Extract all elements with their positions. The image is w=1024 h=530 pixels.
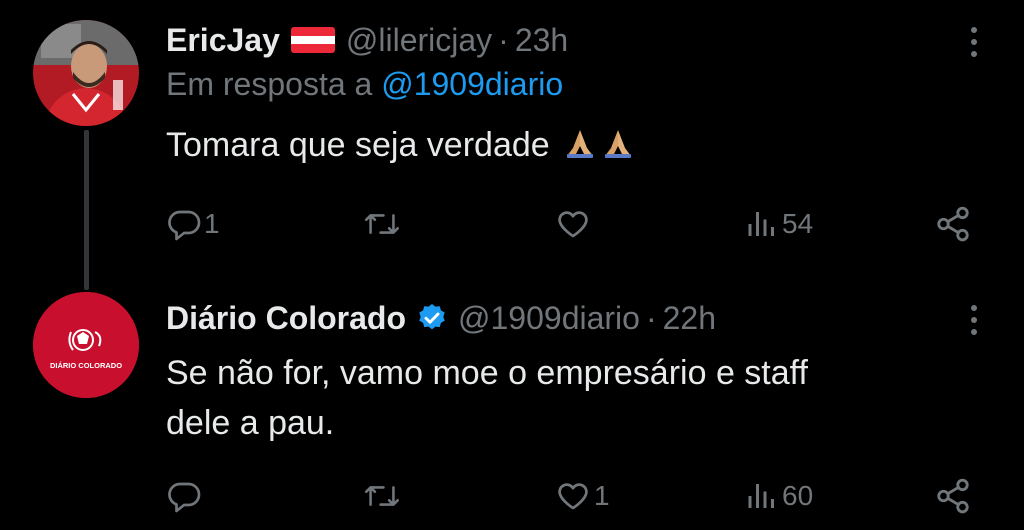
views-button[interactable]: 60	[744, 474, 813, 518]
more-options-icon[interactable]	[968, 302, 980, 338]
display-name[interactable]: Diário Colorado	[166, 300, 406, 337]
share-icon	[937, 478, 969, 514]
views-button[interactable]: 54	[744, 202, 813, 246]
reply-button[interactable]	[166, 474, 204, 518]
timestamp[interactable]: 22h	[663, 300, 716, 337]
views-chart-icon	[748, 212, 774, 236]
reply-context: Em resposta a @1909diario	[166, 62, 964, 106]
diario-colorado-logo-icon: DIÁRIO COLORADO	[33, 292, 139, 398]
tweet-text: Se não for, vamo moe o empresário e staf…	[166, 348, 964, 448]
austria-flag-icon	[290, 27, 335, 53]
share-icon	[937, 206, 969, 242]
reply-button[interactable]: 1	[166, 202, 220, 246]
tweet-text-line: dele a pau.	[166, 404, 335, 442]
heart-icon	[558, 211, 588, 238]
like-count: 1	[594, 480, 610, 511]
views-count: 60	[782, 480, 814, 511]
reply-count: 1	[204, 208, 220, 239]
like-button[interactable]	[554, 202, 594, 246]
like-button[interactable]: 1	[554, 474, 610, 518]
retweet-icon	[365, 486, 399, 506]
avatar[interactable]	[33, 20, 139, 126]
verified-badge-icon[interactable]	[416, 302, 448, 334]
user-photo-icon	[33, 20, 139, 126]
avatar[interactable]: DIÁRIO COLORADO	[33, 292, 139, 398]
logo-text: DIÁRIO COLORADO	[50, 361, 122, 370]
user-handle[interactable]: @1909diario	[458, 300, 640, 337]
share-button[interactable]	[934, 474, 972, 518]
reply-prefix: Em resposta a	[166, 66, 373, 102]
reply-to-mention[interactable]: @1909diario	[381, 66, 563, 102]
heart-icon	[558, 483, 588, 510]
retweet-icon	[365, 214, 399, 234]
retweet-button[interactable]	[362, 474, 404, 518]
reply-icon	[168, 482, 201, 513]
praying-hands-icon	[605, 130, 632, 158]
separator-dot: ·	[498, 21, 509, 58]
tweet-reply[interactable]: DIÁRIO COLORADO Diário Colorado @1909dia…	[0, 270, 1024, 530]
tweet-header: EricJay @lilericjay · 23h	[166, 18, 964, 62]
display-name[interactable]: EricJay	[166, 22, 280, 59]
more-options-icon[interactable]	[968, 24, 980, 60]
tweet-text: Tomara que seja verdade	[166, 120, 964, 170]
separator-dot: ·	[645, 299, 657, 336]
user-handle[interactable]: @lilericjay	[346, 22, 492, 59]
tweet-text-content: Tomara que seja verdade	[166, 126, 550, 164]
tweet-header: Diário Colorado @1909diario · 22h	[166, 296, 964, 340]
reply-icon	[168, 210, 201, 241]
views-chart-icon	[748, 484, 774, 508]
share-button[interactable]	[934, 202, 972, 246]
praying-hands-icon	[567, 130, 594, 158]
views-count: 54	[782, 208, 814, 239]
praying-hands-emoji	[559, 126, 635, 164]
timestamp[interactable]: 23h	[515, 22, 568, 59]
tweet-actions: 1 60	[166, 474, 986, 518]
tweet-actions: 1 54	[166, 202, 986, 246]
tweet-reply[interactable]: EricJay @lilericjay · 23h Em resposta a …	[0, 0, 1024, 270]
retweet-button[interactable]	[362, 202, 404, 246]
tweet-text-line: Se não for, vamo moe o empresário e staf…	[166, 354, 808, 392]
